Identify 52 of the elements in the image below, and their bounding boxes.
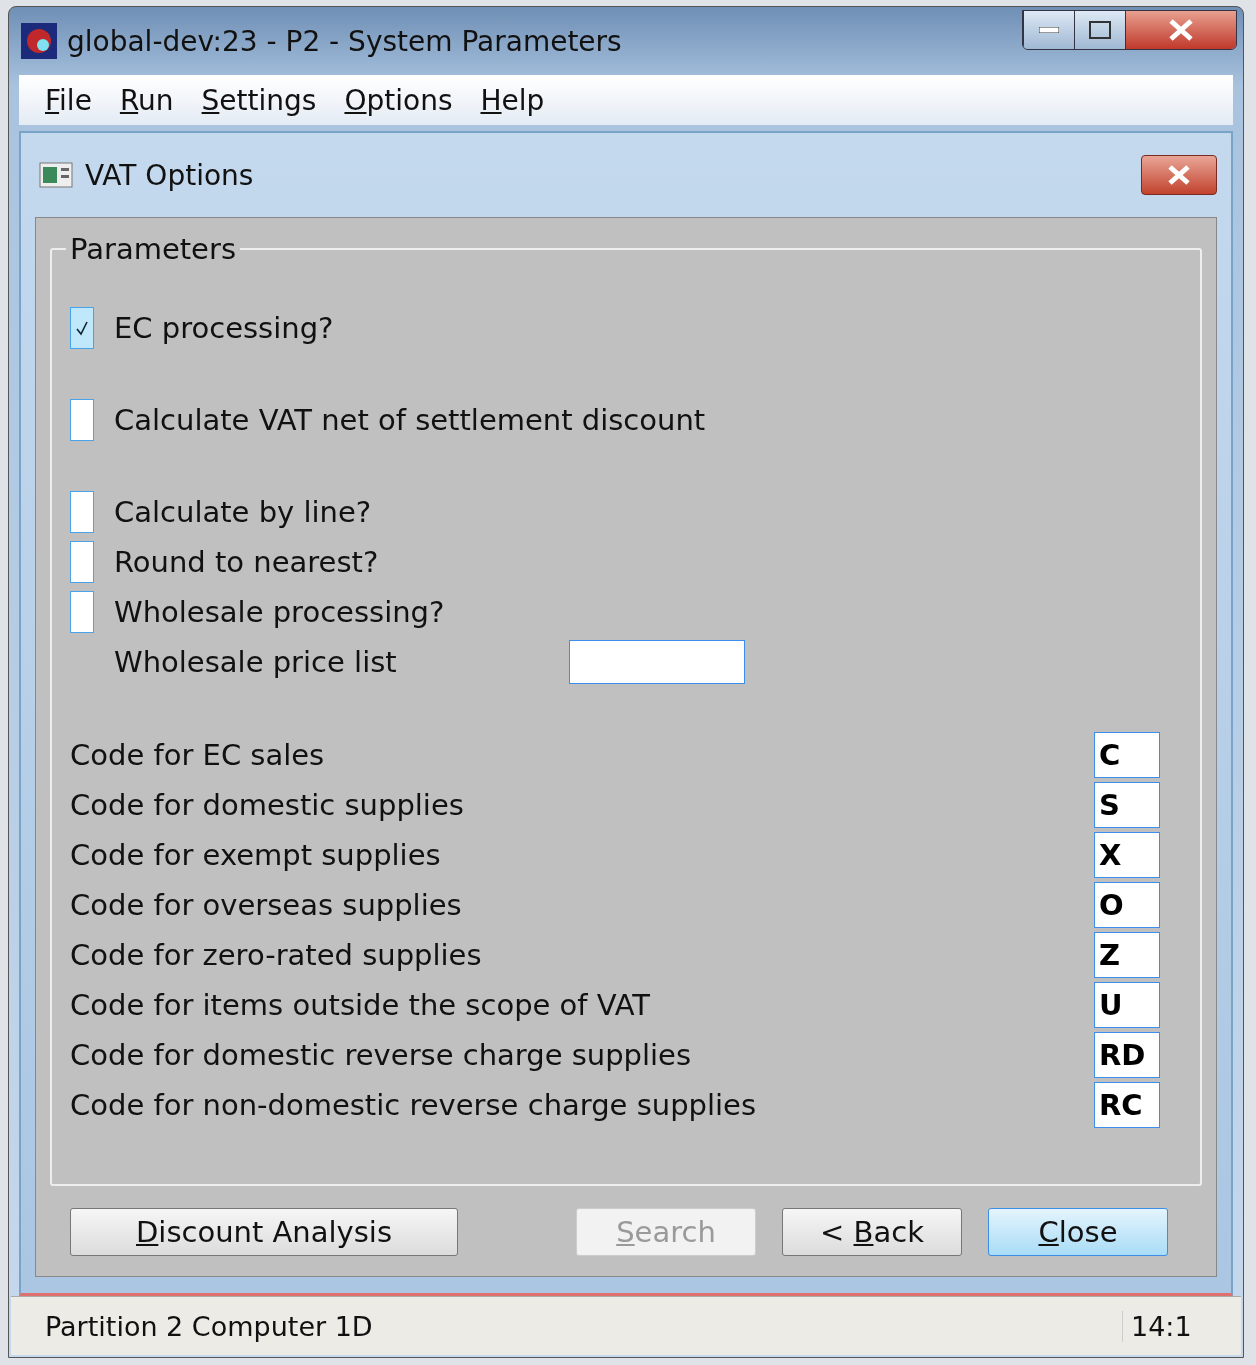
field-label: Code for domestic supplies (70, 788, 464, 822)
field-label: Wholesale price list (114, 645, 397, 679)
field-label: Code for non-domestic reverse charge supplies (70, 1088, 757, 1122)
maximize-button[interactable] (1074, 11, 1125, 49)
field-label: Code for domestic reverse charge supplies (70, 1038, 692, 1072)
minimize-button[interactable] (1023, 11, 1074, 49)
field-label: Code for exempt supplies (70, 838, 441, 872)
checkbox-label: EC processing? (114, 311, 334, 345)
minimize-icon (1039, 27, 1059, 33)
checkbox-label: Wholesale processing? (114, 595, 445, 629)
input-field[interactable]: S (1094, 782, 1160, 828)
close-button[interactable] (1141, 155, 1217, 195)
dialog-button[interactable]: Close (988, 1208, 1168, 1256)
input-field[interactable]: RC (1094, 1082, 1160, 1128)
input-field[interactable]: X (1094, 832, 1160, 878)
field-label: Code for zero-rated supplies (70, 938, 482, 972)
field-label: Code for EC sales (70, 738, 325, 772)
dialog-title: VAT Options (85, 158, 255, 192)
checkbox[interactable] (70, 491, 94, 533)
menu-item[interactable]: File (45, 83, 92, 117)
checkmark-icon (75, 320, 89, 336)
input-field[interactable]: O (1094, 882, 1160, 928)
checkbox[interactable] (70, 591, 94, 633)
input-field[interactable]: RD (1094, 1032, 1160, 1078)
checkbox-label: Calculate by line? (114, 495, 372, 529)
group-legend: Parameters (66, 232, 240, 266)
dialog-button[interactable]: < Back (782, 1208, 962, 1256)
close-icon (1168, 19, 1194, 41)
checkbox-label: Calculate VAT net of settlement discount (114, 403, 706, 437)
status-message: Partition 2 Computer 1D (44, 1310, 374, 1342)
menu-item[interactable]: Run (119, 83, 174, 117)
status-time: 14:1 (1122, 1310, 1241, 1342)
checkbox[interactable] (70, 541, 94, 583)
input-field[interactable] (568, 640, 745, 684)
field-label: Code for overseas supplies (70, 888, 462, 922)
maximize-icon (1089, 21, 1111, 39)
input-field[interactable]: Z (1094, 932, 1160, 978)
app-logo-icon (21, 23, 57, 59)
close-button[interactable] (1125, 11, 1236, 49)
menu-item[interactable]: Options (344, 83, 453, 117)
checkbox[interactable] (70, 307, 94, 349)
input-field[interactable]: U (1094, 982, 1160, 1028)
menu-item[interactable]: Settings (201, 83, 317, 117)
field-label: Code for items outside the scope of VAT (70, 988, 651, 1022)
menu-item[interactable]: Help (480, 83, 545, 117)
form-icon (39, 162, 73, 188)
close-icon (1166, 164, 1192, 186)
checkbox[interactable] (70, 399, 94, 441)
window-title: global-dev:23 - P2 - System Parameters (67, 24, 623, 58)
checkbox-label: Round to nearest? (114, 545, 379, 579)
dialog-button[interactable]: Discount Analysis (70, 1208, 458, 1256)
input-field[interactable]: C (1094, 732, 1160, 778)
